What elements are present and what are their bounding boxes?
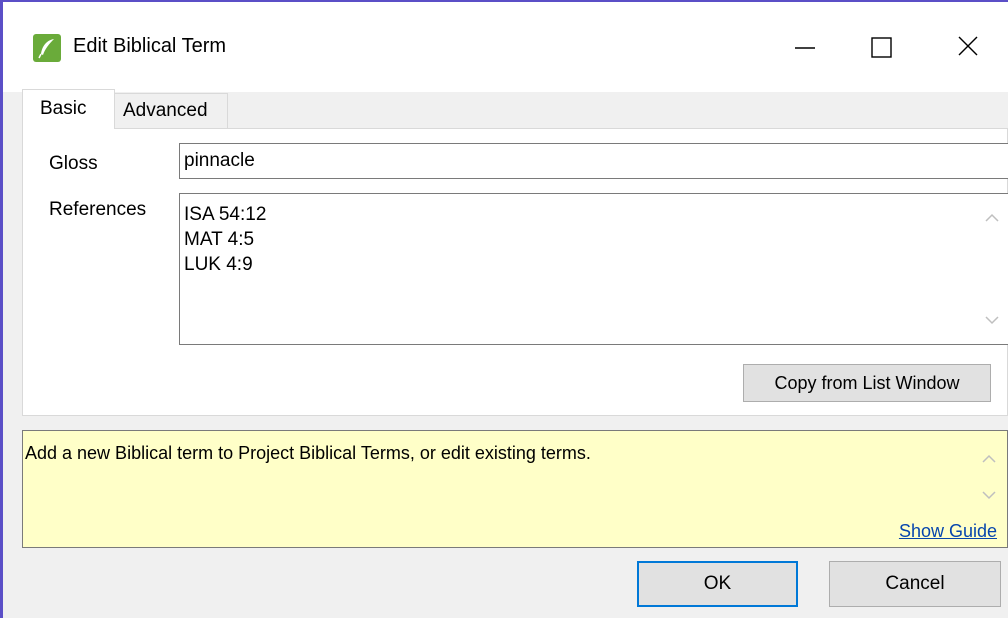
edit-biblical-term-dialog: Edit Biblical Term Basic Advanced Gloss … [0, 0, 1008, 618]
help-panel: Add a new Biblical term to Project Bibli… [22, 430, 1008, 548]
maximize-icon [871, 37, 892, 58]
tab-basic[interactable]: Basic [22, 89, 115, 129]
maximize-button[interactable] [851, 20, 911, 76]
title-bar[interactable]: Edit Biblical Term [3, 2, 1008, 92]
scroll-up-icon[interactable] [981, 453, 997, 465]
tab-advanced[interactable]: Advanced [115, 93, 228, 129]
references-list: ISA 54:12 MAT 4:5 LUK 4:9 [184, 202, 266, 277]
references-label: References [49, 199, 147, 220]
scroll-up-icon[interactable] [984, 212, 1000, 224]
show-guide-link[interactable]: Show Guide [899, 521, 997, 542]
reference-line: LUK 4:9 [184, 254, 253, 275]
gloss-input[interactable] [179, 143, 1008, 179]
reference-line: ISA 54:12 [184, 204, 267, 225]
close-button[interactable] [937, 20, 997, 76]
minimize-button[interactable] [773, 20, 833, 76]
ok-button[interactable]: OK [637, 561, 798, 607]
references-textarea[interactable]: ISA 54:12 MAT 4:5 LUK 4:9 [179, 193, 1008, 345]
quill-icon [33, 34, 61, 62]
basic-tab-panel: Gloss References ISA 54:12 MAT 4:5 LUK 4… [22, 128, 1008, 416]
scroll-down-icon[interactable] [981, 489, 997, 501]
minimize-icon [795, 47, 815, 49]
copy-from-list-window-button[interactable]: Copy from List Window [743, 364, 991, 402]
help-text: Add a new Biblical term to Project Bibli… [25, 443, 591, 463]
window-title: Edit Biblical Term [73, 35, 227, 57]
cancel-button[interactable]: Cancel [829, 561, 1001, 607]
scroll-down-icon[interactable] [984, 314, 1000, 326]
gloss-label: Gloss [49, 153, 98, 174]
reference-line: MAT 4:5 [184, 229, 255, 250]
close-icon [958, 36, 978, 56]
